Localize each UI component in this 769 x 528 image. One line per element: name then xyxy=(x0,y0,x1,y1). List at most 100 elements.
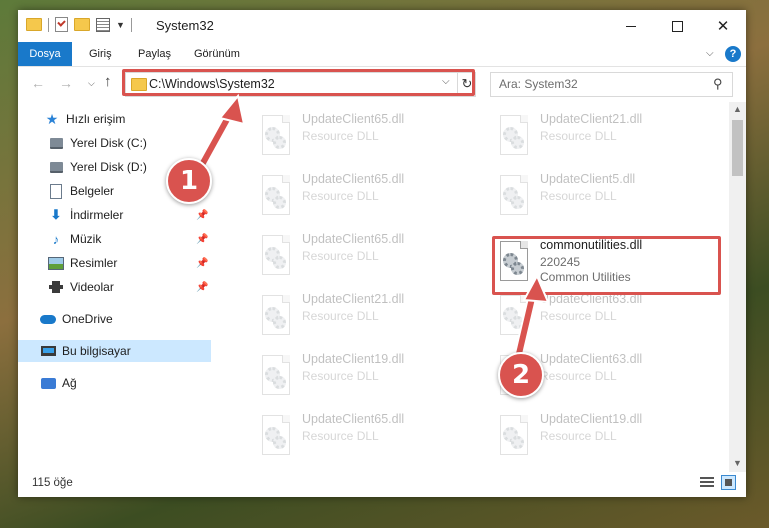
pin-icon[interactable]: 📌 xyxy=(196,282,208,293)
sidebar-item-videos[interactable]: Videolar 📌 xyxy=(18,276,241,298)
file-item[interactable]: UpdateClient65.dll Resource DLL xyxy=(250,170,470,218)
status-bar: 115 öğe xyxy=(18,472,746,497)
star-icon: ★ xyxy=(45,110,59,127)
sidebar-item-onedrive[interactable]: OneDrive xyxy=(18,308,233,330)
sidebar-item-local-disk-c[interactable]: Yerel Disk (C:) xyxy=(18,132,241,154)
back-arrow-icon[interactable]: ← xyxy=(31,75,45,91)
search-icon[interactable]: ⚲ xyxy=(713,76,723,92)
drive-icon xyxy=(48,159,64,175)
customize-toolbar-icon[interactable] xyxy=(96,17,110,32)
help-icon[interactable]: ? xyxy=(725,46,741,62)
dll-file-icon xyxy=(257,355,293,395)
file-item[interactable]: UpdateClient21.dll Resource DLL xyxy=(488,110,708,158)
folder-icon xyxy=(26,18,42,31)
expand-ribbon-icon[interactable]: ⌵ xyxy=(706,48,714,59)
scroll-down-icon[interactable]: ▼ xyxy=(733,458,742,468)
dll-file-icon xyxy=(495,175,531,215)
step-2-callout: 2 xyxy=(498,352,544,398)
pin-icon[interactable]: 📌 xyxy=(196,234,208,245)
sidebar-item-label: Resimler xyxy=(70,256,118,270)
sidebar-item-music[interactable]: ♪ Müzik 📌 xyxy=(18,228,241,250)
file-type: Resource DLL xyxy=(302,429,379,443)
file-item[interactable]: UpdateClient65.dll Resource DLL xyxy=(250,410,470,458)
toolbar-dropdown-icon[interactable]: ▼ xyxy=(116,20,125,30)
dll-file-icon xyxy=(495,295,531,335)
item-count: 115 öğe xyxy=(32,477,73,489)
close-button[interactable]: ✕ xyxy=(700,10,746,42)
tab-view[interactable]: Görünüm xyxy=(194,42,240,66)
file-item[interactable]: UpdateClient19.dll Resource DLL xyxy=(488,410,708,458)
file-name: UpdateClient19.dll xyxy=(302,352,405,366)
divider xyxy=(48,17,49,32)
file-item[interactable]: UpdateClient19.dll Resource DLL xyxy=(250,350,470,398)
search-placeholder: Ara: System32 xyxy=(499,77,578,91)
file-type: Resource DLL xyxy=(302,189,379,203)
pin-icon[interactable]: 📌 xyxy=(196,210,208,221)
title-bar: ▼ System32 ✕ xyxy=(18,10,746,42)
navigation-bar: ← → ⌵ ↑ C:\Windows\System32 ⌵ ↻ Ara: Sys… xyxy=(18,67,746,101)
scroll-up-icon[interactable]: ▲ xyxy=(733,104,742,114)
up-arrow-icon[interactable]: ↑ xyxy=(104,73,112,90)
large-icons-view-icon[interactable] xyxy=(721,475,736,490)
sidebar-item-label: Videolar xyxy=(70,280,114,294)
file-type: Resource DLL xyxy=(302,369,379,383)
sidebar-item-quick-access[interactable]: ★ Hızlı erişim xyxy=(18,108,237,130)
file-item[interactable]: UpdateClient5.dll Resource DLL xyxy=(488,170,708,218)
sidebar-item-label: OneDrive xyxy=(62,312,113,326)
dll-file-icon xyxy=(257,415,293,455)
computer-icon xyxy=(40,343,56,359)
documents-icon xyxy=(48,183,64,199)
vertical-scrollbar[interactable]: ▲ ▼ xyxy=(729,102,746,472)
window-title: System32 xyxy=(156,18,214,33)
file-name: UpdateClient65.dll xyxy=(302,172,405,186)
downloads-icon: ⬇ xyxy=(50,207,62,222)
sidebar-item-pictures[interactable]: Resimler 📌 xyxy=(18,252,241,274)
tab-share[interactable]: Paylaş xyxy=(138,42,171,66)
dll-file-icon xyxy=(495,415,531,455)
ribbon-tabs: Dosya Giriş Paylaş Görünüm ⌵ ? xyxy=(18,42,746,67)
sidebar-item-this-pc[interactable]: Bu bilgisayar xyxy=(18,340,233,362)
file-item[interactable]: UpdateClient65.dll Resource DLL xyxy=(250,110,470,158)
file-item[interactable]: UpdateClient63.dll Resource DLL xyxy=(488,290,708,338)
tab-home[interactable]: Giriş xyxy=(89,42,112,66)
divider xyxy=(130,17,132,32)
explorer-window: ▼ System32 ✕ Dosya Giriş Paylaş Görünüm … xyxy=(18,10,746,497)
file-type: Resource DLL xyxy=(540,309,617,323)
sidebar-item-network[interactable]: Ağ xyxy=(18,372,233,394)
videos-icon xyxy=(48,279,64,295)
file-name: UpdateClient63.dll xyxy=(540,352,643,366)
sidebar-item-downloads[interactable]: ⬇ İndirmeler 📌 xyxy=(18,204,241,226)
minimize-button[interactable] xyxy=(608,10,654,42)
maximize-icon xyxy=(671,20,683,32)
file-type: Resource DLL xyxy=(302,249,379,263)
properties-check-icon[interactable] xyxy=(55,17,68,32)
dll-file-icon xyxy=(257,235,293,275)
forward-arrow-icon[interactable]: → xyxy=(59,75,73,91)
new-folder-icon[interactable] xyxy=(74,18,90,31)
details-view-icon[interactable] xyxy=(700,477,714,489)
scrollbar-thumb[interactable] xyxy=(732,120,743,176)
sidebar-item-label: Yerel Disk (D:) xyxy=(70,160,147,174)
file-name: UpdateClient65.dll xyxy=(302,112,405,126)
file-item[interactable]: UpdateClient65.dll Resource DLL xyxy=(250,230,470,278)
sidebar-item-label: Müzik xyxy=(70,232,102,246)
file-type: Resource DLL xyxy=(540,429,617,443)
sidebar-item-label: İndirmeler xyxy=(70,208,124,222)
search-input[interactable]: Ara: System32 ⚲ xyxy=(490,72,733,97)
step-1-callout: 1 xyxy=(166,158,212,204)
pin-icon[interactable]: 📌 xyxy=(196,258,208,269)
file-name: UpdateClient5.dll xyxy=(540,172,636,186)
file-highlight-box xyxy=(492,236,721,295)
file-item[interactable]: UpdateClient21.dll Resource DLL xyxy=(250,290,470,338)
recent-locations-icon[interactable]: ⌵ xyxy=(88,78,95,89)
file-type: Resource DLL xyxy=(540,189,617,203)
maximize-button[interactable] xyxy=(654,10,700,42)
file-list: UpdateClient65.dll Resource DLL UpdateCl… xyxy=(211,102,729,472)
file-name: UpdateClient19.dll xyxy=(540,412,643,426)
tab-file[interactable]: Dosya xyxy=(18,42,72,66)
pictures-icon xyxy=(48,255,64,271)
file-type: Resource DLL xyxy=(540,129,617,143)
file-name: UpdateClient21.dll xyxy=(302,292,405,306)
file-type: Resource DLL xyxy=(302,309,379,323)
sidebar-item-label: Ağ xyxy=(62,376,77,390)
